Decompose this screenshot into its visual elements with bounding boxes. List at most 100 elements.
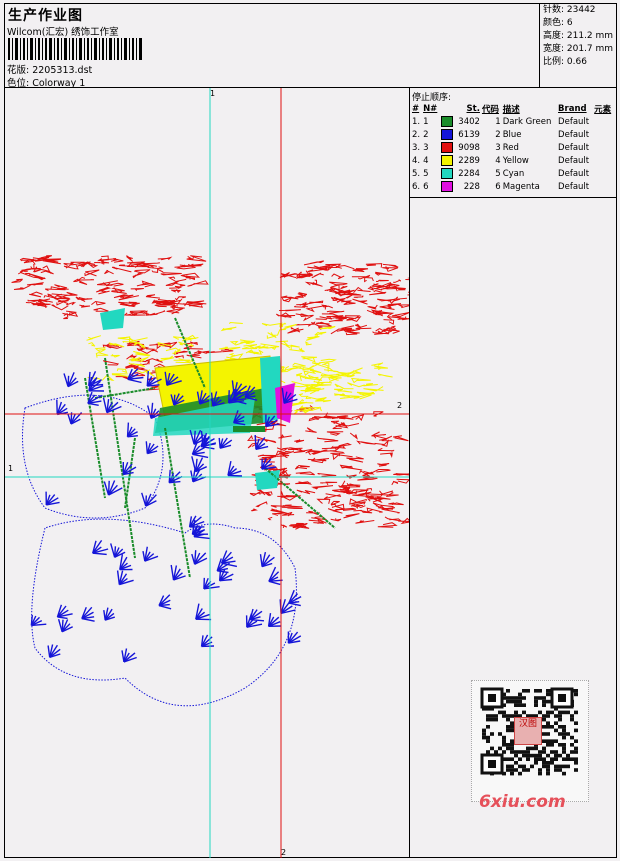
qr-module [570, 717, 574, 722]
legend-table: # N# St. 代码 描述 Brand 元素 1. 1 3402 1 Dark Gre… [411, 102, 614, 193]
red-stitch [391, 296, 407, 302]
swatch-box [440, 116, 453, 127]
legend-stitches: 6139 [458, 129, 480, 140]
legend-desc: Dark Green [502, 116, 552, 127]
qr-module [506, 699, 510, 704]
qr-module [546, 753, 550, 758]
yellow-stitch [324, 366, 339, 373]
blue-frond [92, 552, 107, 556]
qr-module [574, 750, 578, 754]
legend-element [593, 154, 614, 167]
qr-module [490, 714, 494, 718]
red-stitch [172, 302, 190, 308]
stitch-count: 针数: 23442 [543, 5, 596, 15]
legend-row: 2. 2 6139 2 Blue Default [411, 128, 614, 141]
qr-module [526, 753, 530, 758]
qr-module [558, 732, 562, 736]
qr-module [530, 746, 534, 751]
red-stitch [365, 263, 383, 268]
legend-element [593, 141, 614, 154]
red-stitch [264, 439, 277, 444]
red-stitch [366, 507, 383, 513]
red-stitch [65, 291, 78, 296]
red-stitch [364, 276, 374, 283]
red-stitch [371, 431, 386, 437]
yellow-stitch [270, 329, 286, 336]
color-swatch [440, 167, 455, 180]
qr-module [542, 696, 546, 700]
blue-outline [31, 518, 297, 707]
red-stitch [126, 255, 134, 262]
qr-module [502, 739, 506, 743]
swatch-box [440, 142, 453, 153]
yellow-stitch [305, 374, 323, 381]
legend-row: 1. 1 3402 1 Dark Green Default [411, 115, 614, 128]
red-stitch [355, 519, 375, 524]
qr-module [562, 750, 566, 754]
qr-module [482, 735, 486, 740]
yellow-stitch [350, 377, 371, 384]
qr-module [522, 768, 526, 772]
red-stitch [87, 262, 99, 268]
qr-module [546, 714, 550, 718]
yellow-stitch [110, 354, 121, 358]
red-stitch [329, 281, 348, 286]
qr-module [546, 692, 550, 697]
qr-module [522, 750, 526, 754]
qr-module [530, 753, 534, 758]
red-stitch [320, 481, 338, 486]
blue-frond [158, 604, 172, 610]
red-stitch [382, 263, 399, 268]
red-stitch [94, 261, 110, 265]
qr-module [554, 753, 558, 758]
yellow-stitch [95, 352, 109, 358]
red-stitch [188, 303, 204, 308]
qr-stamp: 汉图 [514, 717, 542, 745]
yellow-stitch [322, 362, 330, 368]
qr-module [570, 757, 574, 761]
legend-index: 1. [412, 116, 421, 127]
red-stitch [171, 289, 182, 293]
design-width: 宽度: 201.7 mm [543, 44, 614, 54]
legend-brand: Default [558, 142, 590, 153]
legend-element [593, 128, 614, 141]
qr-module [542, 714, 546, 718]
red-stitch [345, 466, 363, 471]
qr-module [534, 753, 538, 758]
qr-module [542, 725, 546, 729]
qr-module [574, 761, 578, 765]
qr-module [498, 732, 502, 736]
legend-brand: Default [558, 116, 590, 127]
qr-module [486, 714, 490, 718]
qr-module [534, 703, 538, 707]
qr-module [486, 725, 490, 729]
qr-module [538, 768, 542, 772]
blue-frond [145, 494, 157, 507]
design-file: 花版: 2205313.dst [7, 65, 93, 76]
red-stitch [11, 278, 23, 283]
qr-module [510, 757, 514, 761]
red-stitch [323, 493, 342, 500]
qr-module [554, 750, 558, 754]
legend-number: 1 [423, 116, 429, 127]
red-stitch [316, 437, 339, 443]
red-stitch [287, 327, 304, 334]
qr-module [550, 739, 554, 743]
qr-module [554, 764, 558, 769]
qr-module [562, 728, 566, 733]
qr-module [562, 764, 566, 769]
qr-module [518, 771, 522, 776]
qr-module [562, 746, 566, 751]
qr-module [518, 696, 522, 700]
red-stitch [305, 427, 317, 433]
legend-desc: Yellow [502, 155, 529, 166]
qr-module [570, 714, 574, 718]
red-stitch [300, 314, 314, 322]
red-stitch [77, 279, 95, 285]
red-stitch [151, 349, 159, 353]
color-swatch [440, 154, 455, 167]
red-stitch [335, 264, 355, 270]
yellow-stitch [363, 383, 378, 387]
legend-row: 4. 4 2289 4 Yellow Default [411, 154, 614, 167]
qr-module [558, 717, 562, 722]
